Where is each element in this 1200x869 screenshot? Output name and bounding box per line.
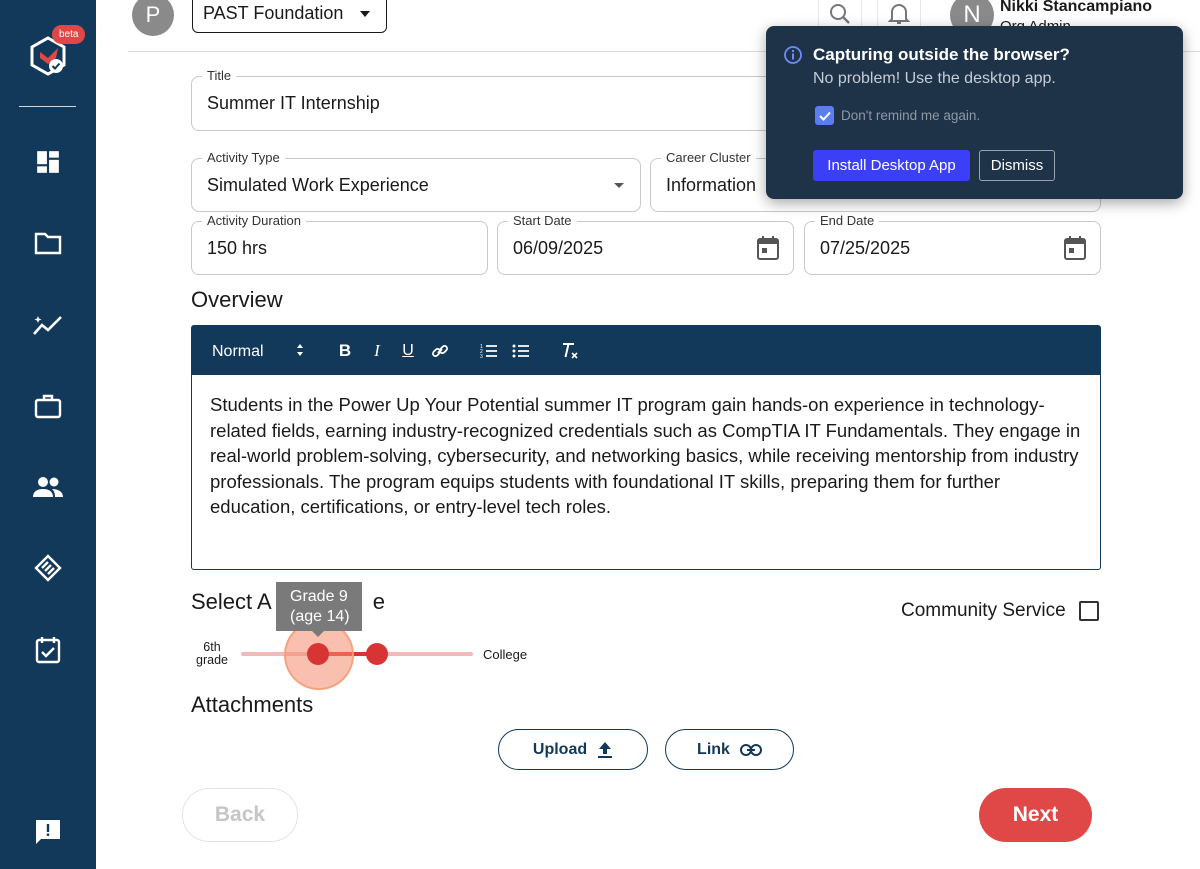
- chevron-down-icon: [360, 11, 370, 17]
- analytics-icon[interactable]: [32, 309, 64, 341]
- bell-icon: [888, 4, 910, 24]
- career-cluster-label: Career Cluster: [661, 150, 756, 165]
- check-icon: [818, 111, 831, 121]
- overview-editor[interactable]: Normal B I U 123 Students in the Power U…: [191, 325, 1101, 570]
- back-button[interactable]: Back: [182, 788, 298, 842]
- italic-icon[interactable]: I: [366, 340, 388, 362]
- desktop-app-popup: Capturing outside the browser? No proble…: [766, 26, 1183, 199]
- start-date-field[interactable]: Start Date 06/09/2025: [497, 213, 794, 275]
- tooltip-age: (age 14): [290, 608, 350, 625]
- feedback-icon[interactable]: [32, 816, 64, 848]
- min-grade-label: 6th grade: [196, 640, 228, 667]
- link-button[interactable]: Link: [665, 729, 794, 770]
- bullet-list-icon[interactable]: [510, 340, 532, 362]
- end-date-value: 07/25/2025: [820, 238, 911, 258]
- dont-remind-checkbox[interactable]: [815, 106, 834, 125]
- upload-icon: [598, 741, 613, 758]
- title-label: Title: [202, 68, 237, 83]
- people-icon[interactable]: [32, 471, 64, 503]
- user-name: Nikki Stancampiano: [1000, 0, 1153, 15]
- next-button[interactable]: Next: [979, 788, 1092, 842]
- dont-remind-label[interactable]: Don't remind me again.: [841, 108, 980, 123]
- title-value: Summer IT Internship: [207, 93, 380, 113]
- upload-button[interactable]: Upload: [498, 729, 648, 770]
- activity-type-select[interactable]: Activity Type Simulated Work Experience: [191, 150, 641, 212]
- start-date-value: 06/09/2025: [513, 238, 604, 258]
- activity-duration-label: Activity Duration: [202, 213, 306, 228]
- age-range-heading-end: e: [372, 589, 385, 614]
- chevron-down-icon: [614, 183, 624, 188]
- search-icon: [830, 4, 850, 24]
- link-icon[interactable]: [429, 340, 451, 362]
- start-date-label: Start Date: [508, 213, 577, 228]
- age-range-min-thumb[interactable]: [307, 643, 329, 665]
- overview-text[interactable]: Students in the Power Up Your Potential …: [210, 392, 1085, 520]
- popup-subtitle: No problem! Use the desktop app.: [813, 70, 1056, 87]
- activity-duration-field[interactable]: Activity Duration 150 hrs: [191, 213, 488, 275]
- dismiss-button[interactable]: Dismiss: [979, 150, 1055, 181]
- dashboard-icon[interactable]: [32, 146, 64, 178]
- upload-button-label: Upload: [532, 740, 588, 758]
- sidebar-divider: [19, 106, 76, 107]
- info-icon: [784, 46, 802, 64]
- org-avatar[interactable]: P: [132, 0, 174, 36]
- organization-select-value: PAST Foundation: [203, 3, 344, 23]
- slider-tooltip: Grade 9 (age 14): [276, 582, 362, 637]
- calendar-check-icon[interactable]: [32, 634, 64, 666]
- community-service-checkbox[interactable]: [1079, 601, 1099, 621]
- age-range-heading-start: Select A: [191, 589, 272, 614]
- calendar-icon[interactable]: [756, 235, 780, 261]
- activity-type-label: Activity Type: [202, 150, 285, 165]
- attachments-heading: Attachments: [191, 692, 314, 717]
- up-down-arrows-icon: [297, 344, 303, 356]
- beta-badge: beta: [52, 25, 86, 44]
- handshake-icon[interactable]: [32, 552, 64, 584]
- end-date-field[interactable]: End Date 07/25/2025: [804, 213, 1101, 275]
- underline-icon[interactable]: U: [397, 340, 419, 362]
- format-select[interactable]: Normal: [212, 343, 264, 361]
- ordered-list-icon[interactable]: 123: [478, 340, 500, 362]
- calendar-icon[interactable]: [1063, 235, 1087, 261]
- activity-type-value: Simulated Work Experience: [207, 175, 429, 195]
- organization-select[interactable]: PAST Foundation: [192, 0, 387, 33]
- briefcase-icon[interactable]: [32, 390, 64, 422]
- editor-toolbar: Normal B I U 123: [192, 326, 1100, 375]
- community-service-label: Community Service: [901, 600, 1066, 621]
- activity-duration-value: 150 hrs: [207, 238, 268, 258]
- bold-icon[interactable]: B: [334, 340, 356, 362]
- install-desktop-app-button[interactable]: Install Desktop App: [813, 150, 970, 181]
- link-button-label: Link: [697, 740, 730, 758]
- folder-icon[interactable]: [32, 227, 64, 259]
- career-cluster-value: Information: [666, 175, 757, 195]
- overview-heading: Overview: [191, 287, 283, 312]
- end-date-label: End Date: [815, 213, 880, 228]
- tooltip-grade: Grade 9: [290, 588, 348, 605]
- sidebar: beta: [0, 0, 96, 869]
- popup-title: Capturing outside the browser?: [813, 45, 1070, 64]
- link-icon: [739, 743, 762, 756]
- svg-text:3: 3: [480, 354, 483, 359]
- clear-format-icon[interactable]: [559, 340, 581, 362]
- age-range-max-thumb[interactable]: [366, 643, 388, 665]
- max-grade-label: College: [483, 647, 528, 662]
